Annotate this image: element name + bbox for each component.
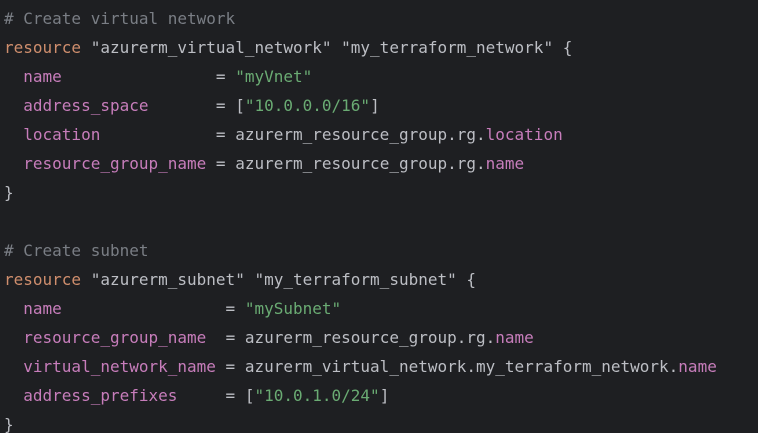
code-token-attr: address_space bbox=[23, 96, 149, 115]
code-line[interactable]: resource_group_name = azurerm_resource_g… bbox=[4, 323, 534, 352]
code-token-attr: name bbox=[485, 154, 525, 173]
code-token-plain: = azurerm_resource_group.rg. bbox=[206, 328, 496, 347]
code-token-plain: } bbox=[4, 415, 14, 433]
code-token-attr: name bbox=[495, 328, 534, 347]
code-line[interactable]: name = "mySubnet" bbox=[4, 294, 341, 323]
code-token-attr: address_prefixes bbox=[23, 386, 178, 405]
code-token-plain: = azurerm_virtual_network.my_terraform_n… bbox=[215, 357, 679, 376]
code-line[interactable]: } bbox=[4, 178, 14, 207]
code-token-attr: name bbox=[678, 357, 717, 376]
code-editor[interactable]: # Create virtual network resource "azurer… bbox=[0, 0, 758, 433]
code-token-plain: ] bbox=[370, 96, 380, 115]
code-token-string: "myVnet" bbox=[235, 67, 313, 86]
code-token-string: "10.0.1.0/24" bbox=[254, 386, 380, 405]
code-line[interactable]: } bbox=[4, 410, 14, 433]
code-token-keyword: resource bbox=[4, 270, 82, 289]
code-token-plain: = azurerm_resource_group.rg. bbox=[206, 154, 486, 173]
code-line[interactable]: address_prefixes = ["10.0.1.0/24"] bbox=[4, 381, 389, 410]
code-token-attr: name bbox=[23, 299, 62, 318]
code-token-plain: = bbox=[61, 299, 245, 318]
code-token-keyword: resource bbox=[4, 38, 82, 57]
code-token-string: "10.0.0.0/16" bbox=[244, 96, 371, 115]
code-line[interactable]: resource_group_name = azurerm_resource_g… bbox=[4, 149, 524, 178]
code-line[interactable]: resource "azurerm_virtual_network" "my_t… bbox=[4, 33, 572, 62]
code-token-attr: location bbox=[485, 125, 563, 144]
code-token-attr: name bbox=[23, 67, 62, 86]
code-token-plain: "azurerm_subnet" "my_terraform_subnet" { bbox=[81, 270, 477, 289]
code-token-plain: "azurerm_virtual_network" "my_terraform_… bbox=[81, 38, 573, 57]
code-line[interactable]: virtual_network_name = azurerm_virtual_n… bbox=[4, 352, 717, 381]
code-token-plain: = [ bbox=[148, 96, 245, 115]
code-line[interactable]: resource "azurerm_subnet" "my_terraform_… bbox=[4, 265, 476, 294]
code-line[interactable]: # Create subnet bbox=[4, 236, 149, 265]
code-token-attr: resource_group_name bbox=[23, 154, 207, 173]
code-token-attr: location bbox=[23, 125, 101, 144]
code-token-attr: resource_group_name bbox=[23, 328, 207, 347]
code-token-plain: ] bbox=[379, 386, 390, 405]
code-token-string: "mySubnet" bbox=[244, 299, 342, 318]
code-line[interactable]: # Create virtual network bbox=[4, 4, 235, 33]
code-line[interactable]: name = "myVnet" bbox=[4, 62, 312, 91]
code-token-comment: # Create virtual network bbox=[4, 9, 236, 28]
code-line[interactable]: address_space = ["10.0.0.0/16"] bbox=[4, 91, 380, 120]
code-token-plain: } bbox=[4, 183, 14, 202]
code-token-comment: # Create subnet bbox=[4, 241, 149, 260]
code-line[interactable]: location = azurerm_resource_group.rg.loc… bbox=[4, 120, 563, 149]
code-token-plain: = bbox=[61, 67, 236, 86]
code-token-plain: = azurerm_resource_group.rg. bbox=[100, 125, 486, 144]
code-token-plain: = [ bbox=[177, 386, 255, 405]
code-token-attr: virtual_network_name bbox=[23, 357, 216, 376]
